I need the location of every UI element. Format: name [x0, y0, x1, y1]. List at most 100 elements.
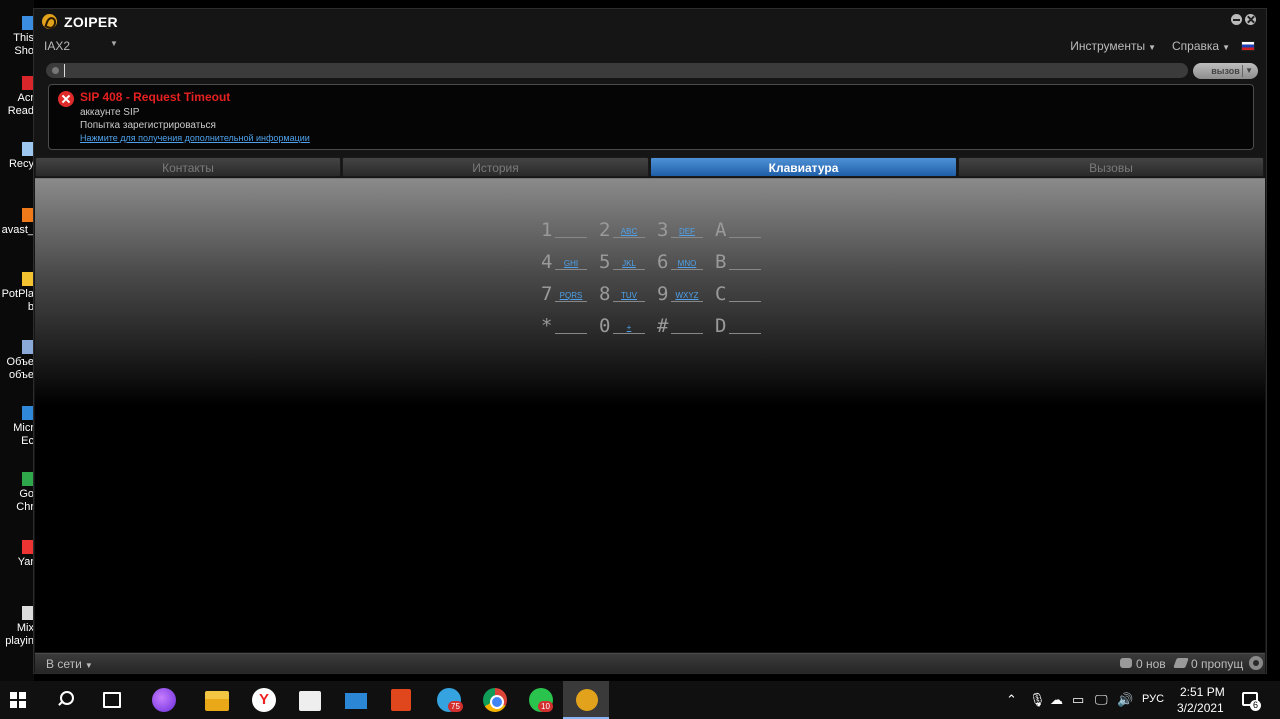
menu-tools-label: Инструменты [1070, 39, 1146, 53]
presence-selector[interactable]: В сети ▼ [46, 657, 93, 671]
new-messages-count[interactable]: 0 нов [1136, 657, 1166, 671]
key-underline [555, 269, 587, 270]
missed-calls-icon[interactable] [1173, 658, 1189, 668]
key-digit: 1 [541, 219, 553, 241]
key-hash[interactable]: # [657, 315, 707, 337]
key-letters: GHI [563, 259, 579, 268]
start-button-icon[interactable] [10, 692, 26, 708]
tab-label: История [472, 161, 519, 175]
menu-tools[interactable]: Инструменты ▼ [1070, 39, 1156, 53]
task-view-icon[interactable] [103, 692, 121, 708]
office-icon[interactable] [391, 689, 411, 711]
key-underline [613, 237, 645, 238]
tab-history[interactable]: История [342, 157, 649, 177]
search-icon[interactable] [57, 691, 74, 707]
shortcut-label: Mix [16, 622, 34, 634]
key-star[interactable]: * [541, 315, 591, 337]
desktop-shortcut[interactable]: Acr Read [0, 76, 34, 118]
microphone-icon[interactable]: 🎙 [1029, 692, 1046, 708]
input-language[interactable]: РУС [1142, 693, 1164, 705]
dial-status-icon [52, 67, 59, 74]
key-0[interactable]: 0 + [599, 315, 649, 337]
chevron-down-icon[interactable]: ▼ [110, 39, 118, 48]
desktop-shortcut[interactable]: Go Chr [0, 472, 34, 514]
desktop-shortcut[interactable]: Объе объе [0, 340, 34, 382]
network-icon[interactable]: 🖵 [1095, 692, 1108, 708]
store-icon[interactable] [299, 691, 321, 711]
call-button-label: вызов [1211, 66, 1240, 76]
zoiper-logo-icon [42, 14, 57, 29]
shortcut-label: playin [5, 635, 34, 647]
chrome-icon[interactable] [483, 688, 507, 712]
chevron-down-icon: ▼ [1222, 43, 1230, 52]
cloud-icon[interactable]: ☁ [1050, 692, 1063, 708]
key-d[interactable]: D [715, 315, 765, 337]
key-c[interactable]: C [715, 283, 765, 305]
file-explorer-icon[interactable] [205, 691, 229, 711]
key-7[interactable]: 7 PQRS [541, 283, 591, 305]
key-1[interactable]: 1 [541, 219, 591, 241]
key-6[interactable]: 6 MNO [657, 251, 707, 273]
key-8[interactable]: 8 TUV [599, 283, 649, 305]
power-icon[interactable]: ▭ [1072, 692, 1084, 708]
tab-calls[interactable]: Вызовы [958, 157, 1264, 177]
key-underline [671, 269, 703, 270]
key-3[interactable]: 3 DEF [657, 219, 707, 241]
volume-icon[interactable]: 🔊 [1117, 692, 1133, 708]
key-underline [671, 301, 703, 302]
key-underline [555, 301, 587, 302]
key-digit: * [541, 315, 553, 337]
key-4[interactable]: 4 GHI [541, 251, 591, 273]
mail-icon[interactable] [345, 693, 367, 709]
key-letters: WXYZ [675, 291, 699, 300]
clock-date[interactable]: 3/2/2021 [1177, 701, 1224, 715]
close-button[interactable] [1245, 14, 1256, 25]
key-underline [613, 333, 645, 334]
show-hidden-icons-icon[interactable]: ⌃ [1006, 692, 1017, 708]
key-9[interactable]: 9 WXYZ [657, 283, 707, 305]
key-letters: PQRS [559, 291, 583, 300]
key-digit: 2 [599, 219, 611, 241]
desktop-shortcut[interactable]: avast_ [0, 208, 34, 237]
desktop-shortcut[interactable]: Yar [0, 540, 34, 569]
new-messages-icon[interactable] [1120, 658, 1132, 668]
desktop-shortcut[interactable]: This Sho [0, 16, 34, 58]
desktop-shortcut[interactable]: Mix playin [0, 606, 34, 648]
key-underline [729, 237, 761, 238]
key-b[interactable]: B [715, 251, 765, 273]
account-selector[interactable]: IAX2 [44, 39, 70, 53]
missed-calls-count[interactable]: 0 пропущ [1191, 657, 1243, 671]
zoiper-taskbar-button[interactable] [563, 681, 609, 719]
key-digit: 5 [599, 251, 611, 273]
shortcut-label: Sho [14, 45, 34, 57]
key-5[interactable]: 5 JKL [599, 251, 649, 273]
menu-help[interactable]: Справка ▼ [1172, 39, 1230, 53]
desktop-shortcut[interactable]: Micr Ec [0, 406, 34, 448]
clock-time[interactable]: 2:51 PM [1180, 685, 1225, 699]
shortcut-label: Chr [16, 501, 34, 513]
russian-flag-icon[interactable] [1241, 41, 1255, 51]
key-digit: 3 [657, 219, 669, 241]
shortcut-label: Go [19, 488, 34, 500]
desktop-shortcut[interactable]: PotPla b [0, 272, 34, 314]
desktop-shortcut[interactable]: Recy [0, 142, 34, 171]
key-2[interactable]: 2 ABC [599, 219, 649, 241]
key-a[interactable]: A [715, 219, 765, 241]
taskbar: 75 10 ⌃ 🎙 ☁ ▭ 🖵 🔊 РУС 2:51 PM 3/2/2021 6 [0, 681, 1280, 719]
title-bar[interactable]: ZOIPER [34, 9, 1266, 35]
shortcut-label: Acr [17, 92, 35, 104]
key-digit: 6 [657, 251, 669, 273]
tab-contacts[interactable]: Контакты [35, 157, 341, 177]
alice-assistant-icon[interactable] [152, 688, 176, 712]
call-button[interactable]: вызов ▼ [1193, 63, 1258, 79]
tab-keypad[interactable]: Клавиатура [650, 157, 957, 177]
more-info-link[interactable]: Нажмите для получения дополнительной инф… [80, 133, 310, 143]
shortcut-label: Recy [8, 158, 34, 170]
yandex-browser-icon[interactable] [252, 688, 276, 712]
error-title: SIP 408 - Request Timeout [80, 90, 231, 104]
settings-icon[interactable] [1249, 656, 1263, 670]
chevron-down-icon[interactable]: ▼ [1245, 63, 1253, 79]
shortcut-label: Ec [21, 435, 34, 447]
minimize-button[interactable] [1231, 14, 1242, 25]
dial-number-input[interactable] [64, 64, 1164, 77]
